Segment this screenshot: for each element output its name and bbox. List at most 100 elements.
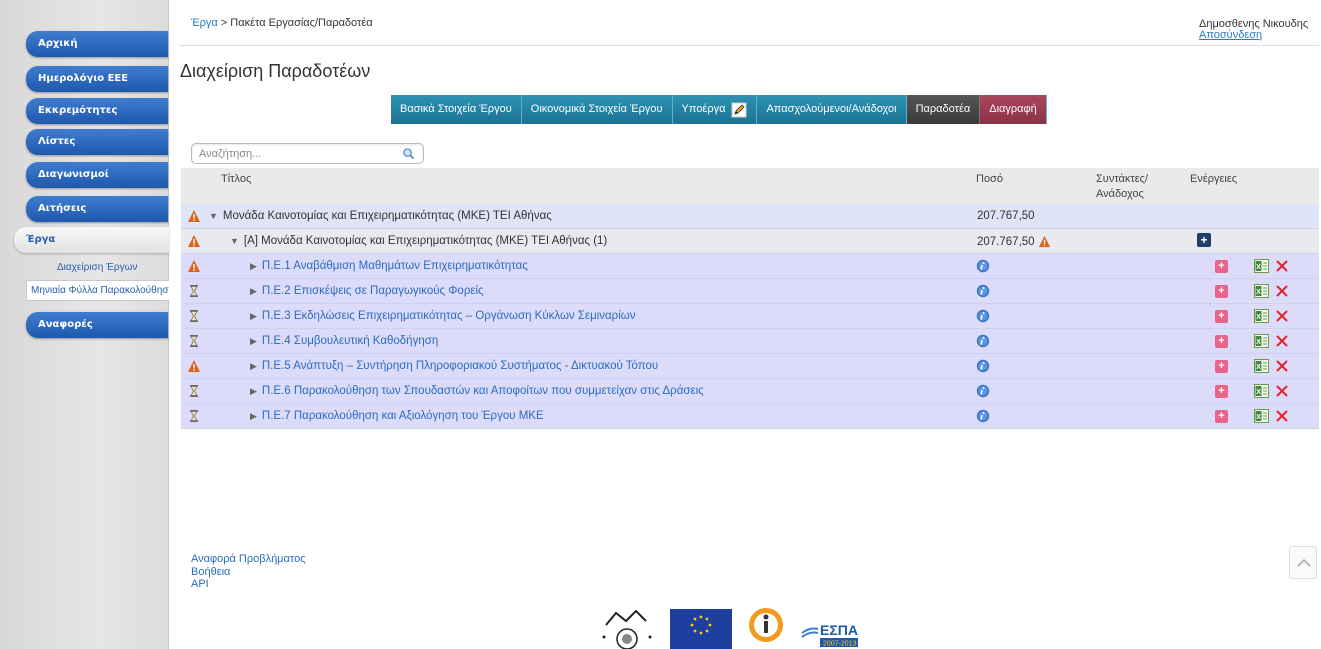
sidebar-item-pending[interactable]: Εκκρεμότητες [26,98,168,124]
sidebar-item-tenders[interactable]: Διαγωνισμοί [26,162,168,188]
deliverable-title[interactable]: ▶ Π.Ε.2 Επισκέψεις σε Παραγωγικούς Φορείς [250,285,484,297]
tab-basic-info[interactable]: Βασικά Στοιχεία Έργου [391,95,522,124]
excel-export-icon[interactable]: X [1254,284,1269,298]
delete-icon[interactable] [1275,334,1289,348]
excel-export-icon[interactable]: X [1254,309,1269,323]
svg-text:X: X [1256,364,1261,371]
sidebar-item-home[interactable]: Αρχική [26,31,168,57]
expand-triangle-icon[interactable]: ▶ [250,261,257,271]
deliverable-title[interactable]: ▶ Π.Ε.6 Παρακολούθηση των Σπουδαστών και … [250,385,704,397]
table-row: ▶ Π.Ε.4 Συμβουλευτική Καθοδήγηση + X [181,329,1319,354]
add-sub-item-button[interactable]: + [1215,335,1228,348]
add-sub-item-button[interactable]: + [1215,285,1228,298]
breadcrumb-link-projects[interactable]: Έργα [191,17,218,29]
scroll-to-top-button[interactable] [1289,546,1317,579]
deliverable-title-text: Π.Ε.2 Επισκέψεις σε Παραγωγικούς Φορείς [261,285,484,297]
group-amount-value: 207.767,50 [977,210,1035,222]
espa-years-text: 2007-2013 [823,641,857,648]
group-title-text: Μονάδα Καινοτομίας και Επιχειρηματικότητ… [222,210,552,222]
expand-triangle-icon[interactable]: ▶ [250,411,257,421]
expand-triangle-icon[interactable]: ▶ [250,386,257,396]
deliverable-title[interactable]: ▶ Π.Ε.1 Αναβάθμιση Μαθημάτων Επιχειρηματι… [250,260,528,272]
report-problem-link[interactable]: Αναφορά Προβλήματος [191,553,306,566]
sidebar-sub-monthly-sheets[interactable]: Μηνιαία Φύλλα Παρακολούθησης [26,280,169,301]
info-icon[interactable] [976,259,990,273]
sidebar-item-reports[interactable]: Αναφορές [26,312,168,338]
deliverable-title[interactable]: ▶ Π.Ε.4 Συμβουλευτική Καθοδήγηση [250,335,438,347]
search-input[interactable] [192,144,392,163]
expand-triangle-icon[interactable]: ▶ [250,361,257,371]
tab-employees-contractors[interactable]: Απασχολούμενοι/Ανάδοχοι [757,95,907,124]
sidebar: Αρχική Ημερολόγιο ΕΕΕ Εκκρεμότητες Λίστε… [0,0,169,649]
logout-link[interactable]: Αποσύνδεση [1199,30,1319,41]
info-icon[interactable] [976,359,990,373]
tab-financial-info[interactable]: Οικονομικά Στοιχεία Έργου [521,95,673,124]
deliverable-title-text: Π.Ε.6 Παρακολούθηση των Σπουδαστών και Α… [261,385,704,397]
info-icon[interactable] [976,284,990,298]
deliverable-title[interactable]: ▶ Π.Ε.3 Εκδηλώσεις Επιχειρηματικότητας – … [250,310,636,322]
info-icon[interactable] [976,334,990,348]
deliverable-title-text: Π.Ε.3 Εκδηλώσεις Επιχειρηματικότητας – Ο… [261,310,636,322]
hourglass-icon [190,310,198,322]
sidebar-sub-manage-projects[interactable]: Διαχείριση Έργων [57,262,137,273]
sponsor-logos: ΕΣΠΑ 2007-2013 [598,607,860,649]
tab-deliverables[interactable]: Παραδοτέα [906,95,981,124]
breadcrumb: Έργα > Πακέτα Εργασίας/Παραδοτέα [191,17,373,29]
excel-export-icon[interactable]: X [1254,259,1269,273]
info-icon[interactable] [976,409,990,423]
delete-icon[interactable] [1275,409,1289,423]
collapse-triangle-icon[interactable]: ▼ [209,211,218,221]
delete-icon[interactable] [1275,309,1289,323]
column-header-amount: Ποσό [976,173,1003,185]
help-link[interactable]: Βοήθεια [191,566,306,579]
deliverable-title[interactable]: ▶ Π.Ε.5 Ανάπτυξη – Συντήρηση Πληροφοριακο… [250,360,658,372]
delete-icon[interactable] [1275,259,1289,273]
table-row: ▶ Π.Ε.3 Εκδηλώσεις Επιχειρηματικότητας – … [181,304,1319,329]
hourglass-icon [190,285,198,297]
deliverable-title[interactable]: ▶ Π.Ε.7 Παρακολούθηση και Αξιολόγηση του … [250,410,544,422]
eu-flag-icon [670,609,732,649]
add-sub-item-button[interactable]: + [1215,310,1228,323]
expand-triangle-icon[interactable]: ▶ [250,336,257,346]
delete-icon[interactable] [1275,359,1289,373]
add-deliverable-button[interactable]: + [1197,233,1211,247]
tab-delete[interactable]: Διαγραφή [980,95,1047,124]
info-society-logo-icon [749,608,783,642]
espa-logo-icon: ΕΣΠΑ 2007-2013 [801,622,858,648]
excel-export-icon[interactable]: X [1254,359,1269,373]
delete-icon[interactable] [1275,284,1289,298]
expand-triangle-icon[interactable]: ▶ [250,286,257,296]
group-amount: 207.767,50 [977,210,1035,222]
delete-icon[interactable] [1275,384,1289,398]
sidebar-item-lists[interactable]: Λίστες [26,129,168,155]
sidebar-item-applications[interactable]: Αιτήσεις [26,196,168,222]
user-block: Δημοσθενης Νικουδης Αποσύνδεση [1199,19,1319,41]
deliverable-title-text: Π.Ε.1 Αναβάθμιση Μαθημάτων Επιχειρηματικ… [261,260,528,272]
add-sub-item-button[interactable]: + [1215,260,1228,273]
excel-export-icon[interactable]: X [1254,384,1269,398]
add-sub-item-button[interactable]: + [1215,360,1228,373]
table-row: ▶ Π.Ε.1 Αναβάθμιση Μαθημάτων Επιχειρηματι… [181,254,1319,279]
sidebar-item-projects[interactable]: Έργα [14,227,169,253]
info-icon[interactable] [976,384,990,398]
excel-export-icon[interactable]: X [1254,409,1269,423]
search-icon[interactable] [402,147,415,160]
add-sub-item-button[interactable]: + [1215,385,1228,398]
page-title: Διαχείριση Παραδοτέων [180,61,371,81]
hourglass-icon [190,335,198,347]
tab-subprojects-label: Υποέργα [681,103,726,115]
info-icon[interactable] [976,309,990,323]
hourglass-icon [190,410,198,422]
tab-subprojects[interactable]: Υποέργα [672,95,758,124]
table-row: ▶ Π.Ε.2 Επισκέψεις σε Παραγωγικούς Φορείς… [181,279,1319,304]
search-box [191,143,424,164]
add-sub-item-button[interactable]: + [1215,410,1228,423]
group-title[interactable]: ▼ Μονάδα Καινοτομίας και Επιχειρηματικότη… [209,210,552,222]
deliverables-table: Τίτλος Ποσό Συντάκτες/ Ανάδοχος Ενέργειε… [181,168,1319,429]
subgroup-title[interactable]: ▼ [Α] Μονάδα Καινοτομίας και Επιχειρηματι… [230,235,607,247]
api-link[interactable]: API [191,578,306,591]
expand-triangle-icon[interactable]: ▶ [250,311,257,321]
excel-export-icon[interactable]: X [1254,334,1269,348]
sidebar-item-calendar[interactable]: Ημερολόγιο ΕΕΕ [26,66,168,92]
collapse-triangle-icon[interactable]: ▼ [230,236,239,246]
